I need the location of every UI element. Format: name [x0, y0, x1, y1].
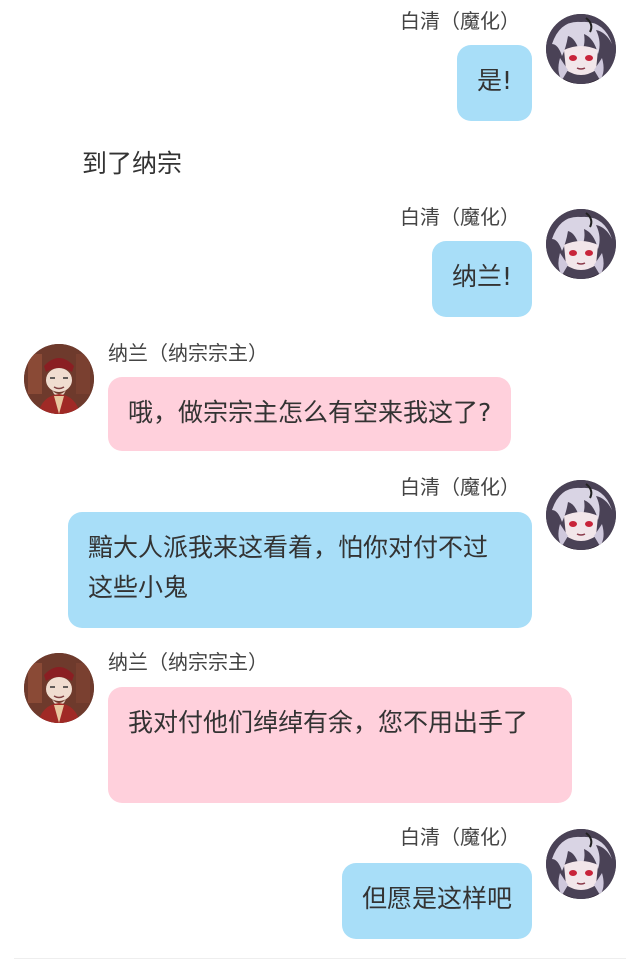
- sect-master-avatar[interactable]: [24, 653, 94, 723]
- white-haired-demon-avatar[interactable]: [546, 829, 616, 899]
- message-bubble[interactable]: 哦，做宗宗主怎么有空来我这了?: [108, 377, 512, 451]
- divider: [14, 958, 626, 959]
- white-haired-demon-avatar[interactable]: [546, 480, 616, 550]
- chat-message-left: 纳兰（纳宗宗主） 我对付他们绰绰有余，您不用出手了: [0, 645, 640, 805]
- sect-master-avatar[interactable]: [24, 344, 94, 414]
- speaker-name: 白清（魔化）: [400, 9, 520, 33]
- avatar-image: [24, 653, 94, 723]
- message-bubble[interactable]: 但愿是这样吧: [341, 863, 532, 939]
- speaker-name: 纳兰（纳宗宗主）: [108, 650, 268, 674]
- avatar-image: [546, 829, 616, 899]
- speaker-name: 白清（魔化）: [400, 475, 520, 499]
- speaker-name: 白清（魔化）: [400, 205, 520, 229]
- chat-message-right: 白清（魔化） 但愿是这样吧: [0, 820, 640, 945]
- avatar-image: [546, 14, 616, 84]
- message-bubble[interactable]: 黯大人派我来这看着，怕你对付不过这些小鬼: [68, 512, 532, 628]
- white-haired-demon-avatar[interactable]: [546, 209, 616, 279]
- white-haired-demon-avatar[interactable]: [546, 14, 616, 84]
- chat-message-right: 白清（魔化） 纳兰!: [0, 200, 640, 320]
- chat-message-right: 白清（魔化） 是!: [0, 0, 640, 130]
- speaker-name: 白清（魔化）: [400, 825, 520, 849]
- message-bubble[interactable]: 纳兰!: [431, 241, 532, 317]
- message-bubble[interactable]: 我对付他们绰绰有余，您不用出手了: [108, 687, 572, 803]
- narration-text: 到了纳宗: [82, 149, 183, 178]
- avatar-image: [546, 209, 616, 279]
- chat-message-right: 白清（魔化） 黯大人派我来这看着，怕你对付不过这些小鬼: [0, 470, 640, 630]
- speaker-name: 纳兰（纳宗宗主）: [108, 341, 268, 365]
- message-bubble[interactable]: 是!: [456, 45, 532, 121]
- chat-message-left: 纳兰（纳宗宗主） 哦，做宗宗主怎么有空来我这了?: [0, 336, 640, 456]
- avatar-image: [546, 480, 616, 550]
- avatar-image: [24, 344, 94, 414]
